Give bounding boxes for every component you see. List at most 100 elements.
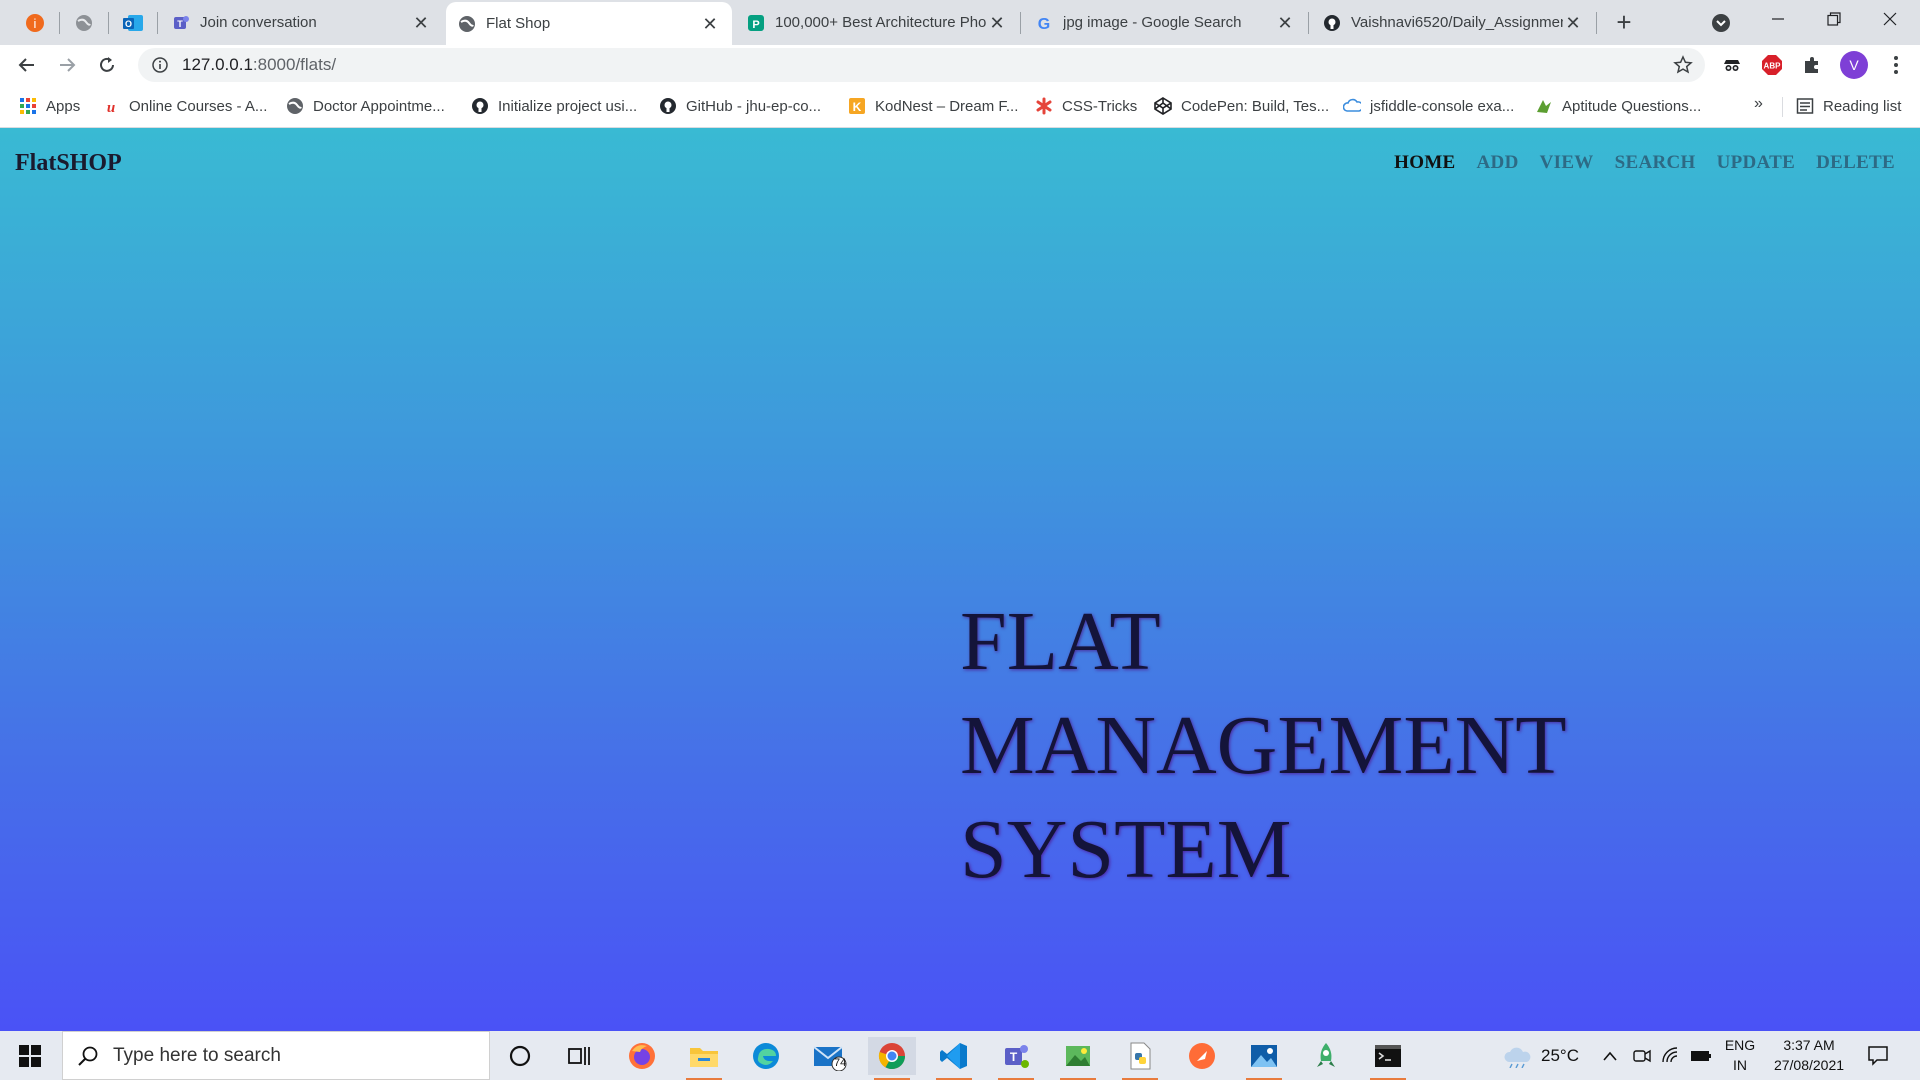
taskbar-chrome[interactable] xyxy=(868,1037,916,1080)
restore-button[interactable] xyxy=(1806,0,1862,38)
pexels-icon: P xyxy=(747,14,765,32)
site-info-icon[interactable] xyxy=(150,55,170,75)
browser-menu-icon[interactable] xyxy=(1884,53,1908,77)
cortana-button[interactable] xyxy=(496,1037,544,1075)
tab-title: jpg image - Google Search xyxy=(1063,14,1242,31)
taskbar-python-file[interactable] xyxy=(1116,1037,1164,1080)
tab-search-button[interactable] xyxy=(1708,10,1734,36)
taskbar-firefox[interactable] xyxy=(618,1037,666,1075)
hero-line: SYSTEM xyxy=(960,803,1292,896)
taskbar-git-gui[interactable] xyxy=(1302,1037,1350,1075)
tab-flat-shop[interactable]: Flat Shop ✕ xyxy=(446,2,732,45)
taskbar-postman[interactable] xyxy=(1178,1037,1226,1075)
taskbar-edge[interactable] xyxy=(742,1037,790,1075)
taskbar-terminal[interactable] xyxy=(1364,1037,1412,1080)
reading-list-button[interactable]: Reading list xyxy=(1796,95,1901,117)
tab-architecture-photos[interactable]: P 100,000+ Best Architecture Pho ✕ xyxy=(735,0,1019,45)
bookmark-label: Aptitude Questions... xyxy=(1562,97,1702,115)
task-view-button[interactable] xyxy=(555,1037,603,1075)
extensions-puzzle-icon[interactable] xyxy=(1800,53,1824,77)
tab-close-icon[interactable]: ✕ xyxy=(700,14,720,34)
tab-separator xyxy=(1020,12,1021,34)
nav-home[interactable]: HOME xyxy=(1394,152,1455,174)
new-tab-button[interactable]: + xyxy=(1609,8,1639,38)
bookmark-github-jhu[interactable]: GitHub - jhu-ep-co... xyxy=(659,95,821,117)
tab-join-conversation[interactable]: T Join conversation ✕ xyxy=(160,0,443,45)
adblock-icon[interactable]: ABP xyxy=(1760,53,1784,77)
battery-button[interactable] xyxy=(1690,1031,1712,1080)
network-button[interactable] xyxy=(1661,1031,1681,1080)
tab-close-icon[interactable]: ✕ xyxy=(411,13,431,33)
google-icon: G xyxy=(1035,14,1053,32)
mail-badge: 74 xyxy=(834,1057,847,1069)
reload-button[interactable] xyxy=(92,50,122,80)
more-bookmarks-button[interactable]: » xyxy=(1754,95,1763,113)
start-button[interactable] xyxy=(10,1039,50,1073)
bookmark-doctor-appointment[interactable]: Doctor Appointme... xyxy=(286,95,445,117)
site-brand[interactable]: FlatSHOP xyxy=(15,150,122,177)
close-window-button[interactable] xyxy=(1862,0,1918,38)
bookmark-label: CodePen: Build, Tes... xyxy=(1181,97,1330,115)
pinned-tab-outlook[interactable]: O xyxy=(115,8,151,38)
chevron-down-circle-icon xyxy=(1712,14,1730,32)
weather-widget[interactable]: 25°C xyxy=(1503,1031,1579,1080)
svg-text:O: O xyxy=(125,19,132,29)
extension-spy-icon[interactable] xyxy=(1720,53,1744,77)
tab-google-search[interactable]: G jpg image - Google Search ✕ xyxy=(1023,0,1307,45)
svg-text:T: T xyxy=(177,19,183,29)
bookmark-initialize-project[interactable]: Initialize project usi... xyxy=(471,95,637,117)
minimize-button[interactable] xyxy=(1750,0,1806,38)
profile-avatar[interactable]: V xyxy=(1840,51,1868,79)
edge-icon xyxy=(753,1043,779,1069)
bookmark-css-tricks[interactable]: CSS-Tricks xyxy=(1035,95,1137,117)
taskbar-search-box[interactable]: Type here to search xyxy=(62,1031,490,1080)
tab-close-icon[interactable]: ✕ xyxy=(987,13,1007,33)
input-language-button[interactable]: ENG IN xyxy=(1720,1035,1760,1075)
bookmark-codepen[interactable]: CodePen: Build, Tes... xyxy=(1154,95,1329,117)
svg-text:T: T xyxy=(1010,1050,1018,1064)
pinned-tab-globe[interactable] xyxy=(66,8,102,38)
bookmark-aptitude[interactable]: Aptitude Questions... xyxy=(1535,95,1701,117)
url-text: 127.0.0.1:8000/flats/ xyxy=(182,55,336,75)
taskbar-file-explorer[interactable] xyxy=(680,1037,728,1080)
tab-github-repo[interactable]: Vaishnavi6520/Daily_Assignmen ✕ xyxy=(1311,0,1595,45)
forward-button[interactable] xyxy=(52,50,82,80)
hero-heading: FLAT MANAGEMENT SYSTEM xyxy=(960,590,1567,902)
back-button[interactable] xyxy=(12,50,42,80)
nav-delete[interactable]: DELETE xyxy=(1816,152,1895,174)
bookmark-online-courses[interactable]: u Online Courses - A... xyxy=(102,95,268,117)
chevron-up-icon xyxy=(1603,1051,1617,1061)
nav-view[interactable]: VIEW xyxy=(1540,152,1594,174)
taskbar-teams[interactable]: T xyxy=(992,1037,1040,1080)
show-hidden-icons-button[interactable] xyxy=(1602,1031,1618,1080)
nav-add[interactable]: ADD xyxy=(1477,152,1519,174)
clock[interactable]: 3:37 AM 27/08/2021 xyxy=(1764,1035,1854,1075)
globe-icon xyxy=(76,15,92,31)
taskbar-photo-editor[interactable] xyxy=(1054,1037,1102,1080)
meet-now-button[interactable] xyxy=(1632,1031,1652,1080)
bookmark-label: jsfiddle-console exa... xyxy=(1370,97,1515,115)
url-path: :8000/flats/ xyxy=(252,55,337,74)
address-bar[interactable]: 127.0.0.1:8000/flats/ xyxy=(138,48,1705,82)
bookmark-kodnest[interactable]: K KodNest – Dream F... xyxy=(848,95,1018,117)
taskbar-mail[interactable]: 74 xyxy=(806,1037,854,1075)
svg-text:i: i xyxy=(34,16,37,31)
pinned-tab-firefox[interactable]: i xyxy=(17,8,53,38)
taskbar-vscode[interactable] xyxy=(930,1037,978,1080)
nav-update[interactable]: UPDATE xyxy=(1717,152,1796,174)
codepen-icon xyxy=(1154,97,1172,115)
tab-close-icon[interactable]: ✕ xyxy=(1275,13,1295,33)
udemy-icon: u xyxy=(102,97,120,115)
globe-icon xyxy=(286,97,304,115)
bookmark-star-icon[interactable] xyxy=(1673,55,1693,75)
notification-center-button[interactable] xyxy=(1866,1043,1892,1069)
arrow-right-icon xyxy=(60,58,76,72)
bookmark-apps[interactable]: Apps xyxy=(19,95,80,117)
tab-title: Join conversation xyxy=(200,14,317,31)
nav-search[interactable]: SEARCH xyxy=(1615,152,1696,174)
taskbar-photos[interactable] xyxy=(1240,1037,1288,1080)
tab-close-icon[interactable]: ✕ xyxy=(1563,13,1583,33)
kodnest-icon: K xyxy=(848,97,866,115)
bookmark-jsfiddle[interactable]: jsfiddle-console exa... xyxy=(1343,95,1514,117)
folder-icon xyxy=(690,1048,718,1067)
